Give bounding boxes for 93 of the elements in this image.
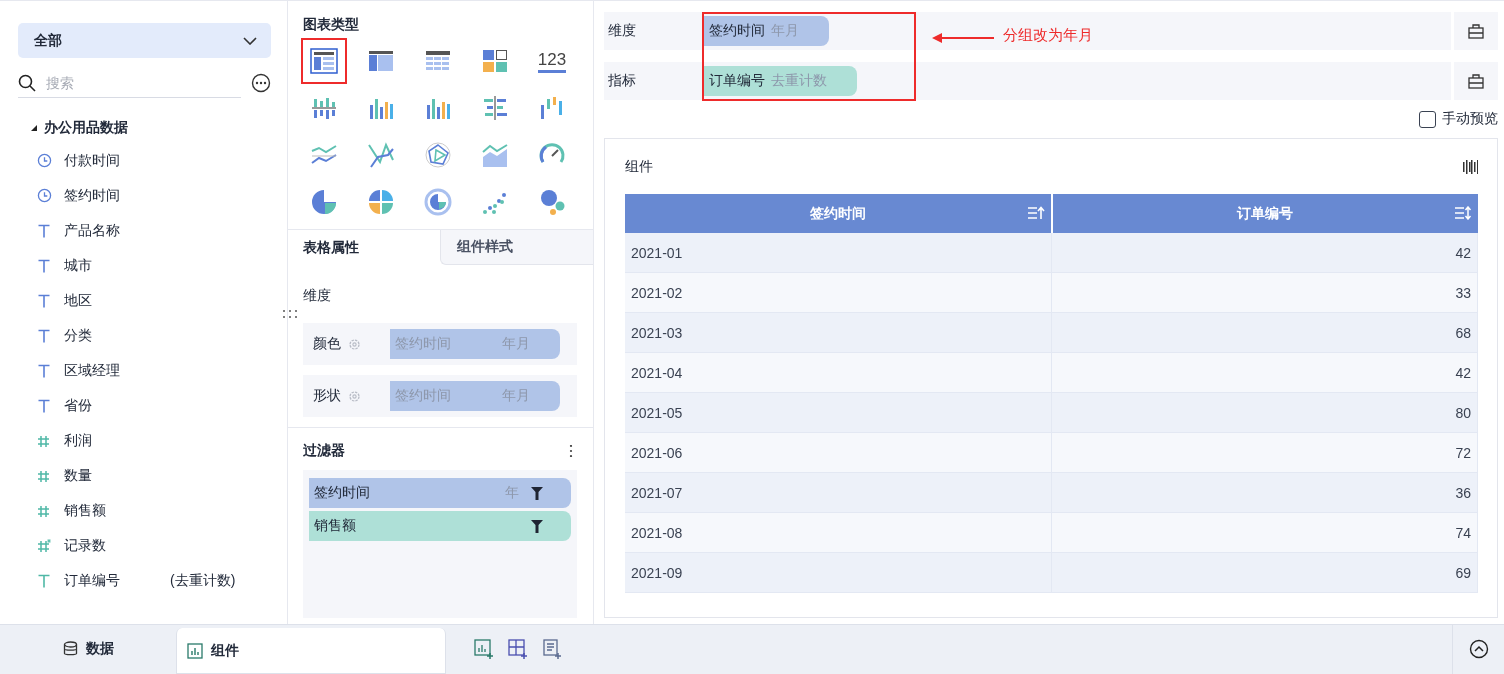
card-title: 组件 <box>625 157 653 176</box>
field-item[interactable]: 数量 <box>64 466 92 485</box>
chart-type-option[interactable]: 123 <box>529 38 575 84</box>
arrow-icon <box>932 32 994 44</box>
more-icon[interactable] <box>251 73 271 93</box>
section-title: 过滤器 <box>303 442 345 460</box>
toolbox-icon[interactable] <box>1468 23 1484 39</box>
donut-chart-icon <box>423 187 453 217</box>
hash-star-icon <box>37 538 51 553</box>
field-item[interactable]: 销售额 <box>64 501 106 520</box>
table-cell: 2021-04 <box>631 364 683 381</box>
checkbox-label: 手动预览 <box>1442 110 1498 128</box>
filter-pill[interactable]: 签约时间 年 <box>309 478 571 508</box>
sort-icon[interactable] <box>1026 206 1045 220</box>
line-chart-icon <box>366 140 396 170</box>
add-chart-icon[interactable] <box>474 639 494 659</box>
add-table-icon[interactable] <box>508 639 528 659</box>
table-cell: 74 <box>1455 524 1471 541</box>
table-cell: 2021-07 <box>631 484 683 501</box>
table-cell: 2021-09 <box>631 564 683 581</box>
chart-type-option[interactable] <box>301 38 347 84</box>
field-item[interactable]: 签约时间 <box>64 186 120 205</box>
hash-icon <box>37 503 51 518</box>
toolbox-icon[interactable] <box>1468 73 1484 89</box>
section-title: 图表类型 <box>303 16 360 34</box>
table-cell: 2021-08 <box>631 524 683 541</box>
shelf-label: 维度 <box>608 22 637 40</box>
table-cell: 2021-06 <box>631 444 683 461</box>
field-item[interactable]: 城市 <box>64 256 92 275</box>
table-cell: 42 <box>1455 364 1471 381</box>
table-cell: 2021-05 <box>631 404 683 421</box>
table-cell: 80 <box>1455 404 1471 421</box>
clock-icon <box>36 153 52 168</box>
field-pill[interactable]: 订单编号 去重计数 <box>704 66 857 96</box>
field-item[interactable]: 利润 <box>64 431 92 450</box>
aggregation-note: (去重计数) <box>170 571 236 590</box>
chart-icon <box>187 642 203 659</box>
field-item[interactable]: 付款时间 <box>64 151 120 170</box>
more-vertical-icon[interactable] <box>569 445 573 457</box>
checkbox[interactable] <box>1419 110 1436 128</box>
text-type-icon <box>38 223 50 238</box>
text-type-icon <box>38 328 50 343</box>
search-icon <box>18 73 36 92</box>
table-cell: 42 <box>1455 244 1471 261</box>
category-dropdown[interactable]: 全部 <box>18 23 271 58</box>
text-type-icon <box>38 293 50 308</box>
search-field[interactable]: 搜索 <box>44 73 204 92</box>
table-cell: 33 <box>1455 284 1471 301</box>
shelf-label: 指标 <box>608 72 637 90</box>
chevron-up-circle-icon[interactable] <box>1468 639 1489 659</box>
sort-icon[interactable] <box>1454 206 1472 220</box>
field-item[interactable]: 记录数 <box>64 536 106 555</box>
table-cell: 36 <box>1455 484 1471 501</box>
field-item[interactable]: 省份 <box>64 396 92 415</box>
chevron-down-icon <box>243 36 257 45</box>
resize-handle[interactable] <box>283 309 297 319</box>
field-item[interactable]: 区域经理 <box>64 361 120 380</box>
bottom-tab[interactable]: 组件 <box>176 628 446 674</box>
table-cell: 2021-01 <box>631 244 683 261</box>
add-document-icon[interactable] <box>542 639 562 659</box>
dataset-name[interactable]: 办公用品数据 <box>44 119 128 137</box>
filter-pill[interactable]: 销售额 <box>309 511 571 541</box>
database-icon <box>62 641 78 657</box>
clock-icon <box>36 188 52 203</box>
bottom-tab[interactable]: 数据 <box>0 624 176 674</box>
text-type-icon <box>38 398 50 413</box>
field-item[interactable]: 分类 <box>64 326 92 345</box>
field-item[interactable]: 产品名称 <box>64 221 120 240</box>
text-type-icon <box>38 573 50 588</box>
hash-icon <box>37 468 51 483</box>
table-cell: 2021-03 <box>631 324 683 341</box>
section-label: 维度 <box>303 287 331 303</box>
panel-tab[interactable]: 组件样式 <box>439 230 593 265</box>
radar-chart-icon <box>423 140 453 170</box>
text-type-icon <box>38 258 50 273</box>
table-cell: 68 <box>1455 324 1471 341</box>
pie-chart-icon <box>309 187 339 217</box>
property-label: 颜色 <box>313 335 342 353</box>
collapse-triangle-icon[interactable] <box>30 124 38 132</box>
hash-icon <box>37 433 51 448</box>
property-label: 形状 <box>313 387 342 405</box>
filter-icon[interactable] <box>531 519 543 533</box>
text-type-icon <box>38 363 50 378</box>
field-item[interactable]: 地区 <box>64 291 92 310</box>
table-cell: 2021-02 <box>631 284 683 301</box>
field-item[interactable]: 订单编号 <box>64 571 120 590</box>
table-cell: 69 <box>1455 564 1471 581</box>
filter-icon[interactable] <box>531 486 543 500</box>
table-icon <box>309 46 339 76</box>
table-cell: 72 <box>1455 444 1471 461</box>
barcode-icon[interactable] <box>1462 158 1478 175</box>
pie-chart-icon <box>366 187 396 217</box>
annotation-text: 分组改为年月 <box>1003 26 1093 45</box>
